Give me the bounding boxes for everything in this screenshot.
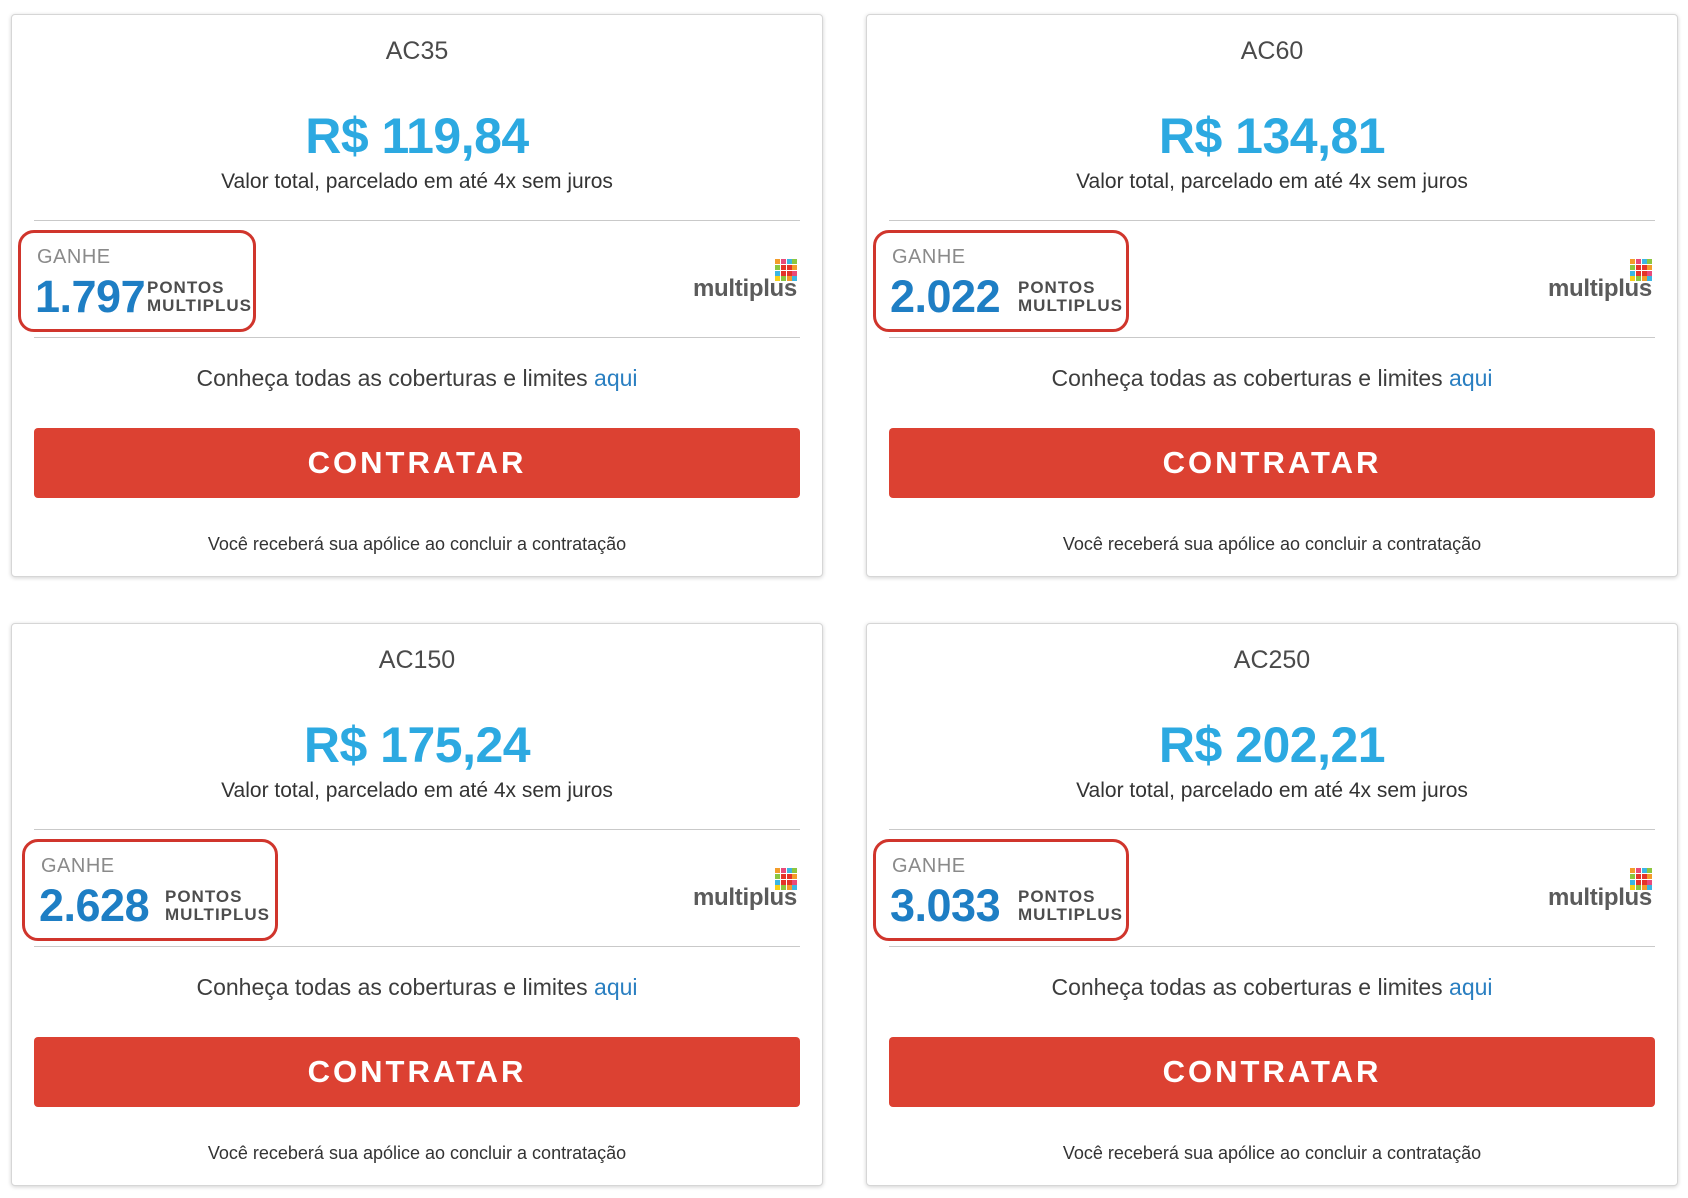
points-value: 1.797	[35, 271, 146, 322]
contratar-button[interactable]: CONTRATAR	[889, 428, 1655, 498]
points-unit: PONTOS MULTIPLUS	[1018, 888, 1123, 924]
plan-card: AC35 R$ 119,84 Valor total, parcelado em…	[11, 14, 823, 577]
points-highlight: GANHE 2.628 PONTOS MULTIPLUS	[22, 839, 278, 941]
divider	[889, 220, 1655, 221]
price-caption: Valor total, parcelado em até 4x sem jur…	[221, 779, 613, 802]
coverage-text: Conheça todas as coberturas e limites	[196, 974, 595, 1000]
divider	[889, 829, 1655, 830]
points-value: 2.628	[39, 880, 150, 931]
plan-price: R$ 134,81	[1158, 108, 1386, 164]
plan-price: R$ 202,21	[1158, 717, 1386, 773]
divider	[34, 220, 800, 221]
multiplus-logo: multiplus	[1548, 868, 1658, 916]
multiplus-logo: multiplus	[693, 868, 803, 916]
divider	[889, 337, 1655, 338]
coverage-info: Conheça todas as coberturas e limites aq…	[12, 974, 822, 1001]
points-unit: PONTOS MULTIPLUS	[147, 279, 252, 315]
coverage-link[interactable]: aqui	[1449, 974, 1492, 1000]
coverage-text: Conheça todas as coberturas e limites	[1051, 365, 1450, 391]
policy-note: Você receberá sua apólice ao concluir a …	[1062, 534, 1482, 554]
multiplus-grid-icon	[775, 259, 797, 281]
earn-label: GANHE	[37, 246, 111, 268]
points-value: 3.033	[890, 880, 1001, 931]
contratar-button[interactable]: CONTRATAR	[889, 1037, 1655, 1107]
divider	[34, 337, 800, 338]
price-caption: Valor total, parcelado em até 4x sem jur…	[1076, 170, 1468, 193]
plan-name: AC250	[1233, 646, 1311, 674]
multiplus-grid-icon	[775, 868, 797, 890]
policy-note: Você receberá sua apólice ao concluir a …	[207, 1143, 627, 1163]
points-highlight: GANHE 1.797 PONTOS MULTIPLUS	[18, 230, 256, 332]
divider	[34, 946, 800, 947]
coverage-link[interactable]: aqui	[594, 365, 637, 391]
policy-note: Você receberá sua apólice ao concluir a …	[207, 534, 627, 554]
policy-note: Você receberá sua apólice ao concluir a …	[1062, 1143, 1482, 1163]
points-unit: PONTOS MULTIPLUS	[165, 888, 270, 924]
earn-label: GANHE	[892, 855, 966, 877]
points-unit-line2: MULTIPLUS	[147, 296, 253, 315]
divider	[889, 946, 1655, 947]
coverage-text: Conheça todas as coberturas e limites	[1051, 974, 1450, 1000]
plan-name: AC35	[385, 37, 449, 65]
price-caption: Valor total, parcelado em até 4x sem jur…	[221, 170, 613, 193]
price-caption: Valor total, parcelado em até 4x sem jur…	[1076, 779, 1468, 802]
coverage-info: Conheça todas as coberturas e limites aq…	[867, 365, 1677, 392]
points-unit-line1: PONTOS	[1018, 887, 1096, 906]
points-unit: PONTOS MULTIPLUS	[1018, 279, 1123, 315]
coverage-text: Conheça todas as coberturas e limites	[196, 365, 595, 391]
points-unit-line2: MULTIPLUS	[165, 905, 271, 924]
points-unit-line1: PONTOS	[1018, 278, 1096, 297]
coverage-info: Conheça todas as coberturas e limites aq…	[12, 365, 822, 392]
plan-price: R$ 119,84	[305, 108, 529, 164]
points-value: 2.022	[890, 271, 1001, 322]
points-highlight: GANHE 2.022 PONTOS MULTIPLUS	[873, 230, 1129, 332]
coverage-info: Conheça todas as coberturas e limites aq…	[867, 974, 1677, 1001]
contratar-button[interactable]: CONTRATAR	[34, 1037, 800, 1107]
multiplus-logo: multiplus	[1548, 259, 1658, 307]
points-unit-line1: PONTOS	[147, 278, 225, 297]
coverage-link[interactable]: aqui	[594, 974, 637, 1000]
plan-card: AC150 R$ 175,24 Valor total, parcelado e…	[11, 623, 823, 1186]
points-highlight: GANHE 3.033 PONTOS MULTIPLUS	[873, 839, 1129, 941]
coverage-link[interactable]: aqui	[1449, 365, 1492, 391]
divider	[34, 829, 800, 830]
multiplus-grid-icon	[1630, 259, 1652, 281]
points-unit-line2: MULTIPLUS	[1018, 905, 1124, 924]
points-unit-line1: PONTOS	[165, 887, 243, 906]
plan-card: AC60 R$ 134,81 Valor total, parcelado em…	[866, 14, 1678, 577]
earn-label: GANHE	[41, 855, 115, 877]
contratar-button[interactable]: CONTRATAR	[34, 428, 800, 498]
plan-price: R$ 175,24	[303, 717, 531, 773]
plan-name: AC150	[378, 646, 456, 674]
multiplus-grid-icon	[1630, 868, 1652, 890]
plan-name: AC60	[1240, 37, 1304, 65]
multiplus-logo: multiplus	[693, 259, 803, 307]
points-unit-line2: MULTIPLUS	[1018, 296, 1124, 315]
plan-card: AC250 R$ 202,21 Valor total, parcelado e…	[866, 623, 1678, 1186]
earn-label: GANHE	[892, 246, 966, 268]
